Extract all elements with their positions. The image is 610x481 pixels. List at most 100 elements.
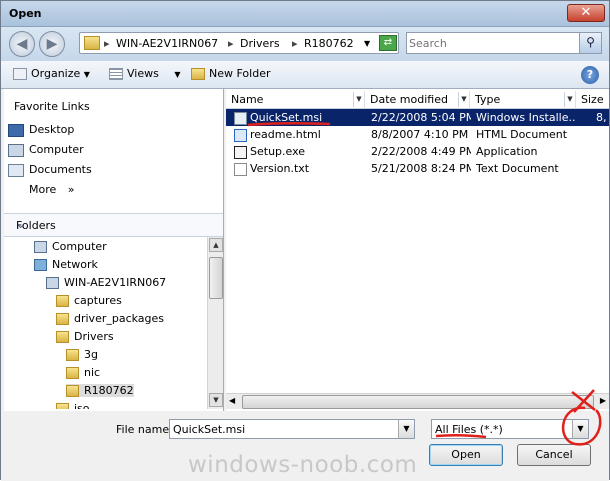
address-bar[interactable]: ▸ WIN-AE2V1IRN067 ▸ Drivers ▸ R180762 ▼ <box>79 32 399 54</box>
folder-icon <box>66 349 79 361</box>
breadcrumb-item[interactable]: WIN-AE2V1IRN067 <box>116 37 218 50</box>
file-row[interactable]: readme.html 8/8/2007 4:10 PM HTML Docume… <box>226 126 609 143</box>
chevron-down-icon[interactable]: ▼ <box>458 92 469 107</box>
tree-item-drivers[interactable]: Drivers <box>56 330 114 343</box>
navigation-pane: Favorite Links Desktop Computer Document… <box>4 89 224 411</box>
file-list-pane: Name ▼ Date modified ▼ Type ▼ Size QuickSet… <box>226 89 609 411</box>
new-folder-label: New Folder <box>209 67 271 80</box>
desktop-icon <box>8 123 24 137</box>
folder-icon <box>66 385 79 397</box>
chevron-down-icon[interactable]: ▼ <box>564 92 575 107</box>
chevron-down-icon[interactable]: ▼ <box>353 92 364 107</box>
file-type: Application <box>476 145 538 158</box>
scroll-thumb[interactable] <box>242 395 594 409</box>
scroll-thumb[interactable] <box>209 257 223 299</box>
tree-item-driver-packages[interactable]: driver_packages <box>56 312 164 325</box>
title-bar: Open ✕ <box>1 1 609 27</box>
column-label: Date modified <box>370 93 448 106</box>
new-folder-button[interactable]: New Folder <box>191 67 270 80</box>
chevron-down-icon[interactable]: ▼ <box>398 420 414 438</box>
column-label: Size <box>581 93 604 106</box>
folder-icon <box>56 403 69 409</box>
file-row[interactable]: QuickSet.msi 2/22/2008 5:04 PM Windows I… <box>226 109 609 126</box>
computer-icon <box>46 277 59 289</box>
scroll-down-icon[interactable]: ▼ <box>209 393 223 407</box>
tree-item-network[interactable]: Network <box>34 258 98 271</box>
file-type-select[interactable]: All Files (*.*) ▼ <box>431 419 589 439</box>
tree-item-nic[interactable]: nic <box>66 366 100 379</box>
file-row[interactable]: Version.txt 5/21/2008 8:24 PM Text Docum… <box>226 160 609 177</box>
chevron-down-icon[interactable]: ⌄ <box>16 218 215 231</box>
scroll-left-icon[interactable]: ◀ <box>229 396 235 405</box>
views-icon <box>109 68 123 80</box>
watermark: windows-noob.com <box>188 452 418 478</box>
back-button[interactable]: ◀ <box>9 31 35 57</box>
file-date: 2/22/2008 5:04 PM <box>371 111 471 124</box>
tree-item-iso[interactable]: iso <box>56 402 90 409</box>
favorite-links-title: Favorite Links <box>14 100 90 113</box>
fav-computer[interactable]: Computer <box>8 143 84 157</box>
search-box: ⚲ <box>406 32 602 54</box>
tree-label: Drivers <box>74 330 114 343</box>
new-folder-icon <box>191 68 205 80</box>
search-input[interactable] <box>409 35 579 51</box>
file-type-value: All Files (*.*) <box>435 423 503 436</box>
column-label: Type <box>475 93 501 106</box>
tree-label: WIN-AE2V1IRN067 <box>64 276 167 289</box>
tree-label: Computer <box>52 240 107 253</box>
fav-desktop[interactable]: Desktop <box>8 123 74 137</box>
folder-icon <box>84 36 100 50</box>
fav-more[interactable]: More » <box>29 183 75 196</box>
tree-item-r180762[interactable]: R180762 <box>66 384 134 397</box>
file-size: 8, <box>596 111 607 124</box>
column-date-modified[interactable]: Date modified ▼ <box>365 91 470 109</box>
refresh-icon[interactable]: ⇄ <box>379 35 397 51</box>
tree-item-server[interactable]: WIN-AE2V1IRN067 <box>46 276 166 289</box>
file-date: 8/8/2007 4:10 PM <box>371 128 469 141</box>
open-button[interactable]: Open <box>429 444 503 466</box>
more-chevron-icon: » <box>67 183 75 196</box>
fav-label: Computer <box>29 143 84 156</box>
tree-label: R180762 <box>84 384 134 397</box>
open-dialog: Open ✕ ◀ ▶ ▸ WIN-AE2V1IRN067 ▸ Drivers ▸… <box>0 0 610 481</box>
organize-button[interactable]: Organize ▼ <box>13 67 90 80</box>
views-label: Views <box>127 67 159 80</box>
address-dropdown-icon[interactable]: ▼ <box>364 39 370 48</box>
tree-scrollbar[interactable]: ▲ ▼ <box>207 237 223 409</box>
fav-label: More <box>29 183 57 196</box>
computer-icon <box>34 241 47 253</box>
file-name: readme.html <box>250 128 321 141</box>
tree-item-3g[interactable]: 3g <box>66 348 98 361</box>
file-type: Windows Installe... <box>476 111 576 124</box>
file-name-value: QuickSet.msi <box>173 423 246 436</box>
scroll-up-icon[interactable]: ▲ <box>209 238 223 252</box>
breadcrumb-separator: ▸ <box>104 37 110 50</box>
chevron-down-icon: ▼ <box>83 70 90 79</box>
scroll-right-icon[interactable]: ▶ <box>600 396 606 405</box>
tree-item-captures[interactable]: captures <box>56 294 122 307</box>
views-button[interactable]: Views ▼ <box>109 67 181 80</box>
breadcrumb-item[interactable]: R180762 <box>304 37 354 50</box>
file-name-field[interactable]: QuickSet.msi ▼ <box>169 419 415 439</box>
msi-icon <box>234 111 247 125</box>
chevron-down-icon[interactable]: ▼ <box>572 420 588 438</box>
breadcrumb-item[interactable]: Drivers <box>240 37 280 50</box>
folders-header[interactable]: Folders ⌄ <box>4 213 223 237</box>
fav-documents[interactable]: Documents <box>8 163 92 177</box>
tree-item-computer[interactable]: Computer <box>34 240 107 253</box>
file-list-scrollbar[interactable]: ◀ ▶ <box>226 393 609 409</box>
column-name[interactable]: Name ▼ <box>226 91 365 109</box>
file-date: 5/21/2008 8:24 PM <box>371 162 471 175</box>
help-icon[interactable]: ? <box>581 66 599 84</box>
column-type[interactable]: Type ▼ <box>470 91 576 109</box>
close-button[interactable]: ✕ <box>567 4 605 22</box>
fav-label: Desktop <box>29 123 75 136</box>
column-size[interactable]: Size <box>576 91 609 109</box>
cancel-button[interactable]: Cancel <box>517 444 591 466</box>
file-row[interactable]: Setup.exe 2/22/2008 4:49 PM Application <box>226 143 609 160</box>
column-label: Name <box>231 93 264 106</box>
forward-button[interactable]: ▶ <box>39 31 65 57</box>
toolbar: Organize ▼ Views ▼ New Folder ? <box>1 61 609 89</box>
search-icon[interactable]: ⚲ <box>579 33 601 53</box>
tree-label: 3g <box>84 348 98 361</box>
